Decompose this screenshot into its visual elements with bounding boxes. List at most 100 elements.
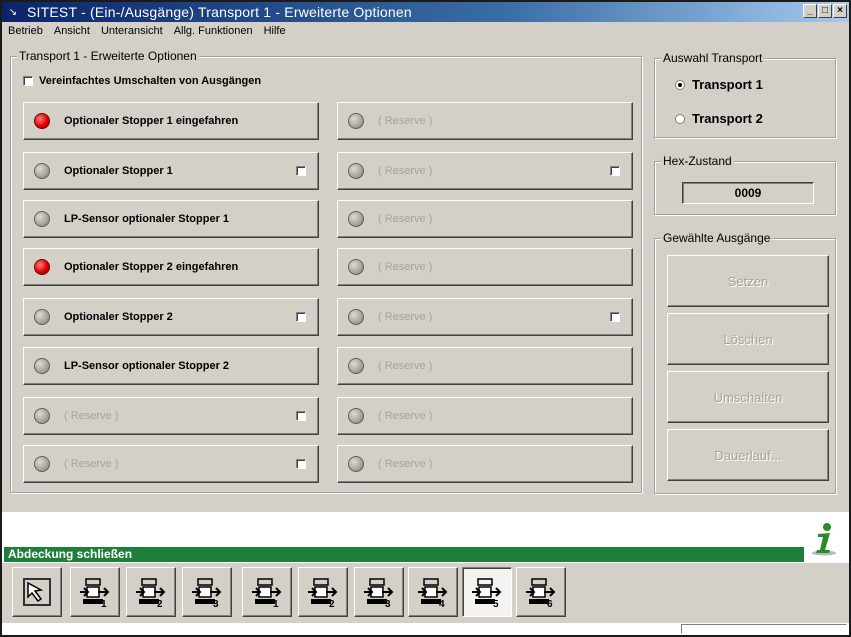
io-button-left-4[interactable]: Optionaler Stopper 2 eingefahren bbox=[23, 248, 319, 286]
io-button-label: LP-Sensor optionaler Stopper 1 bbox=[64, 213, 230, 225]
io-button-left-6[interactable]: LP-Sensor optionaler Stopper 2 bbox=[23, 347, 319, 385]
simplified-toggle-checkbox[interactable] bbox=[23, 76, 33, 86]
bottom-strip bbox=[2, 623, 849, 635]
outputs-group-label: Gewählte Ausgänge bbox=[661, 231, 773, 245]
transport-5-button[interactable]: 5 bbox=[462, 567, 512, 617]
io-output-checkbox[interactable] bbox=[296, 459, 306, 469]
conveyor-station-icon: 5 bbox=[472, 578, 502, 609]
io-button-right-8[interactable]: ( Reserve ) bbox=[337, 445, 633, 483]
menu-betrieb[interactable]: Betrieb bbox=[2, 25, 48, 37]
station-number: 3 bbox=[213, 599, 219, 609]
io-button-label: Optionaler Stopper 2 bbox=[64, 311, 173, 323]
io-button-label: ( Reserve ) bbox=[378, 213, 433, 225]
io-button-label: Optionaler Stopper 2 eingefahren bbox=[64, 261, 239, 273]
led-off-icon bbox=[348, 309, 364, 325]
app-window: ↘ SITEST - (Ein-/Ausgänge) Transport 1 -… bbox=[0, 0, 851, 637]
simplified-toggle-label: Vereinfachtes Umschalten von Ausgängen bbox=[39, 75, 262, 87]
menu-bar: Betrieb Ansicht Unteransicht Allg. Funkt… bbox=[2, 22, 849, 40]
transport-2-button[interactable]: 2 bbox=[298, 567, 348, 617]
io-button-right-4[interactable]: ( Reserve ) bbox=[337, 248, 633, 286]
io-button-label: ( Reserve ) bbox=[378, 261, 433, 273]
radio-transport-1-indicator[interactable] bbox=[675, 79, 685, 90]
led-on-icon bbox=[34, 259, 50, 275]
io-button-label: ( Reserve ) bbox=[378, 410, 433, 422]
station-number: 1 bbox=[273, 599, 279, 609]
io-button-label: LP-Sensor optionaler Stopper 2 bbox=[64, 360, 230, 372]
io-button-left-5[interactable]: Optionaler Stopper 2 bbox=[23, 298, 319, 336]
station-3-button[interactable]: 3 bbox=[182, 567, 232, 617]
conveyor-station-icon: 1 bbox=[80, 578, 110, 609]
menu-unteransicht[interactable]: Unteransicht bbox=[95, 25, 168, 37]
dauerlauf-button[interactable]: Dauerlauf... bbox=[667, 429, 829, 481]
io-output-checkbox[interactable] bbox=[610, 166, 620, 176]
io-output-checkbox[interactable] bbox=[296, 411, 306, 421]
led-off-icon bbox=[348, 163, 364, 179]
transport-1-button[interactable]: 1 bbox=[242, 567, 292, 617]
io-button-right-5[interactable]: ( Reserve ) bbox=[337, 298, 633, 336]
conveyor-station-icon: 2 bbox=[136, 578, 166, 609]
menu-hilfe[interactable]: Hilfe bbox=[258, 25, 291, 37]
io-output-checkbox[interactable] bbox=[296, 312, 306, 322]
radio-transport-1-label: Transport 1 bbox=[692, 77, 763, 92]
led-off-icon bbox=[348, 456, 364, 472]
io-button-right-2[interactable]: ( Reserve ) bbox=[337, 152, 633, 190]
io-button-label: ( Reserve ) bbox=[64, 458, 119, 470]
station-2-button[interactable]: 2 bbox=[126, 567, 176, 617]
conveyor-station-icon: 2 bbox=[308, 578, 338, 609]
led-on-icon bbox=[34, 113, 50, 129]
led-off-icon bbox=[34, 309, 50, 325]
station-number: 6 bbox=[547, 599, 553, 609]
maximize-button[interactable]: □ bbox=[818, 4, 832, 18]
transport-6-button[interactable]: 6 bbox=[516, 567, 566, 617]
menu-ansicht[interactable]: Ansicht bbox=[48, 25, 95, 37]
io-button-right-3[interactable]: ( Reserve ) bbox=[337, 200, 633, 238]
io-button-label: ( Reserve ) bbox=[378, 311, 433, 323]
menu-allg-funktionen[interactable]: Allg. Funktionen bbox=[168, 25, 258, 37]
close-button[interactable]: × bbox=[833, 4, 847, 18]
io-button-left-1[interactable]: Optionaler Stopper 1 eingefahren bbox=[23, 102, 319, 140]
station-number: 1 bbox=[101, 599, 107, 609]
app-icon[interactable]: ↘ bbox=[5, 4, 21, 20]
io-button-left-2[interactable]: Optionaler Stopper 1 bbox=[23, 152, 319, 190]
info-icon[interactable] bbox=[810, 522, 838, 556]
io-button-label: ( Reserve ) bbox=[378, 115, 433, 127]
radio-transport-2-indicator[interactable] bbox=[675, 113, 685, 124]
minimize-button[interactable]: _ bbox=[803, 4, 817, 18]
station-1-button[interactable]: 1 bbox=[70, 567, 120, 617]
radio-transport-1[interactable]: Transport 1 bbox=[675, 77, 763, 92]
io-button-right-7[interactable]: ( Reserve ) bbox=[337, 397, 633, 435]
io-button-left-3[interactable]: LP-Sensor optionaler Stopper 1 bbox=[23, 200, 319, 238]
io-button-right-6[interactable]: ( Reserve ) bbox=[337, 347, 633, 385]
led-off-icon bbox=[348, 259, 364, 275]
io-output-checkbox[interactable] bbox=[296, 166, 306, 176]
client-area: Transport 1 - Erweiterte Optionen Verein… bbox=[2, 40, 849, 512]
transport-3-button[interactable]: 3 bbox=[354, 567, 404, 617]
led-off-icon bbox=[34, 456, 50, 472]
led-off-icon bbox=[34, 408, 50, 424]
loeschen-button[interactable]: Löschen bbox=[667, 313, 829, 365]
hex-group-label: Hex-Zustand bbox=[661, 154, 734, 168]
io-button-left-7[interactable]: ( Reserve ) bbox=[23, 397, 319, 435]
io-button-right-1[interactable]: ( Reserve ) bbox=[337, 102, 633, 140]
title-bar[interactable]: ↘ SITEST - (Ein-/Ausgänge) Transport 1 -… bbox=[2, 2, 849, 22]
conveyor-station-icon: 4 bbox=[418, 578, 448, 609]
conveyor-station-icon: 6 bbox=[526, 578, 556, 609]
pointer-arrow-icon bbox=[23, 578, 51, 606]
conveyor-station-icon: 1 bbox=[252, 578, 282, 609]
io-button-left-8[interactable]: ( Reserve ) bbox=[23, 445, 319, 483]
station-number: 2 bbox=[157, 599, 163, 609]
pointer-tool-button[interactable] bbox=[12, 567, 62, 617]
radio-transport-2[interactable]: Transport 2 bbox=[675, 111, 763, 126]
setzen-button[interactable]: Setzen bbox=[667, 255, 829, 307]
main-options-group: Transport 1 - Erweiterte Optionen Verein… bbox=[10, 49, 642, 493]
simplified-toggle[interactable]: Vereinfachtes Umschalten von Ausgängen bbox=[23, 75, 261, 87]
station-number: 5 bbox=[493, 599, 499, 609]
io-button-label: ( Reserve ) bbox=[378, 360, 433, 372]
umschalten-button[interactable]: Umschalten bbox=[667, 371, 829, 423]
station-number: 3 bbox=[385, 599, 391, 609]
io-output-checkbox[interactable] bbox=[610, 312, 620, 322]
bottom-toolbar: 1 2 3 1 2 3 4 5 6 bbox=[2, 563, 849, 623]
led-off-icon bbox=[34, 358, 50, 374]
status-panel bbox=[681, 624, 847, 634]
transport-4-button[interactable]: 4 bbox=[408, 567, 458, 617]
